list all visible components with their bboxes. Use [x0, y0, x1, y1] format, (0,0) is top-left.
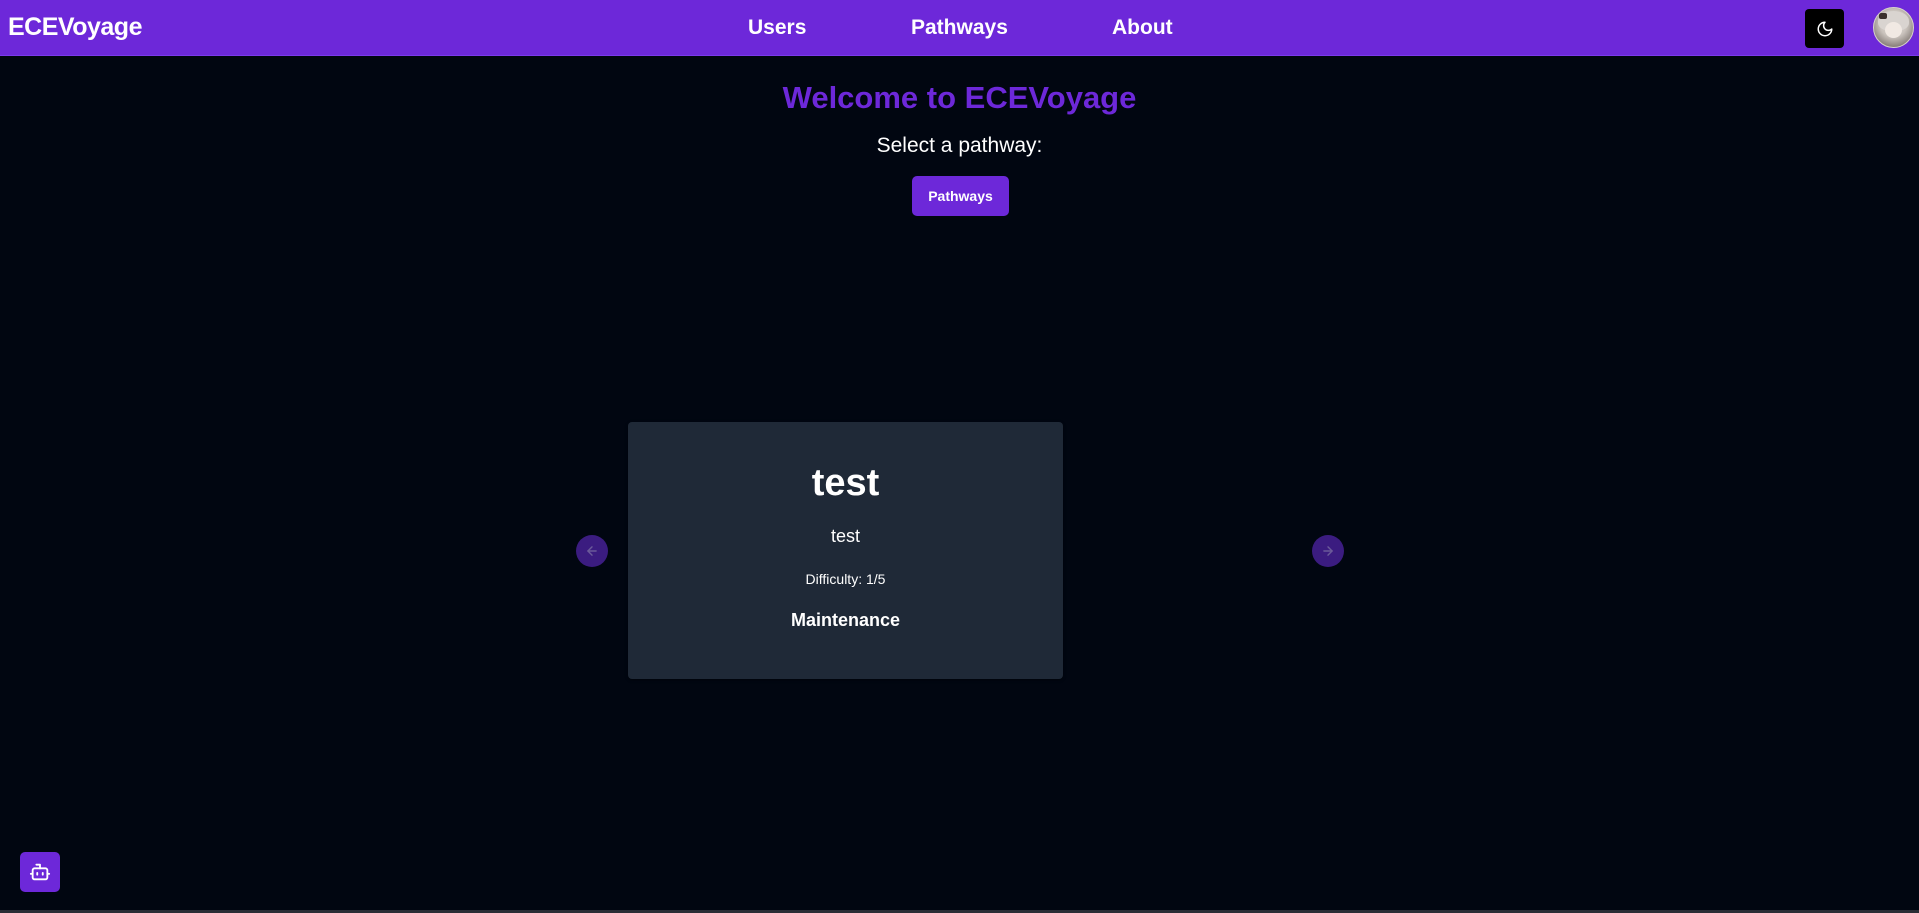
avatar-bow: [1879, 13, 1887, 19]
card-description: test: [830, 526, 860, 546]
card-difficulty: Difficulty: 1/5: [805, 571, 886, 587]
card-category: Maintenance: [790, 610, 901, 630]
user-avatar[interactable]: [1873, 7, 1914, 48]
nav-link-users[interactable]: Users: [748, 16, 806, 40]
theme-toggle-button[interactable]: [1805, 9, 1844, 48]
pathways-button[interactable]: Pathways: [912, 176, 1009, 216]
moon-icon: [1817, 21, 1832, 36]
carousel-prev-button[interactable]: [576, 535, 608, 567]
pathway-card[interactable]: test test Difficulty: 1/5 Maintenance: [628, 422, 1063, 679]
nav-link-pathways[interactable]: Pathways: [911, 16, 1008, 40]
brand-logo[interactable]: ECEVoyage: [8, 13, 142, 42]
robot-icon: [29, 863, 51, 881]
page-subtitle: Select a pathway:: [876, 134, 1043, 157]
nav-link-about[interactable]: About: [1112, 16, 1173, 40]
avatar-face: [1885, 22, 1902, 38]
assistant-button[interactable]: [20, 852, 60, 892]
carousel-next-button[interactable]: [1312, 535, 1344, 567]
page-title: Welcome to ECEVoyage: [782, 80, 1137, 115]
navbar: ECEVoyage Users Pathways About: [0, 0, 1919, 56]
page: ECEVoyage Users Pathways About Welcome t…: [0, 0, 1919, 913]
arrow-left-icon: [587, 546, 597, 556]
card-title: test: [811, 462, 880, 504]
arrow-right-icon: [1323, 546, 1333, 556]
